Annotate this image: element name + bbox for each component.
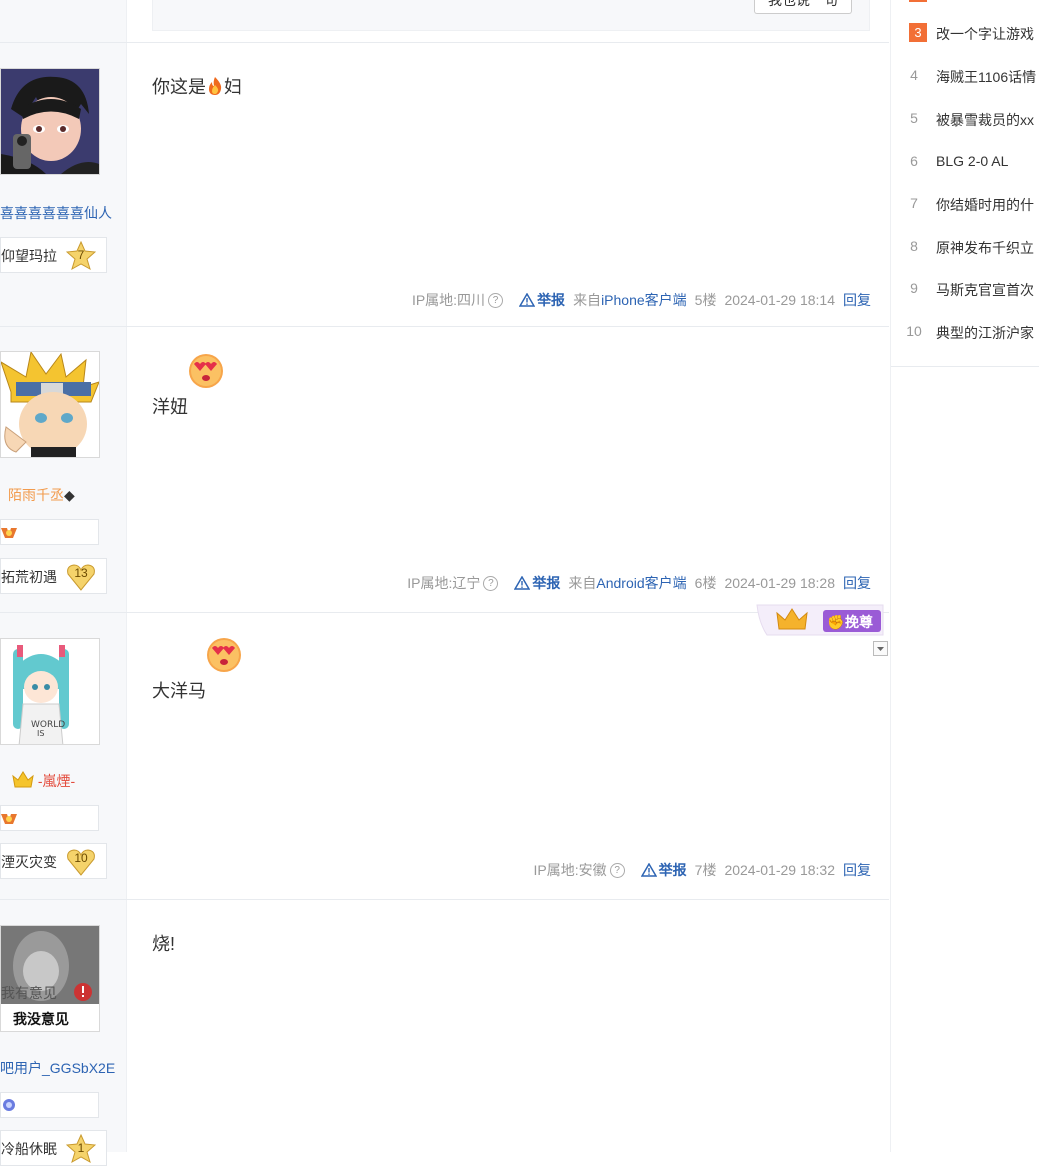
user-avatar[interactable] [0, 68, 100, 175]
post-floor-6: 陌雨千丞◆ 拓荒初遇 13 洋妞 IP属地:辽宁 ? 举报 来自 Android客… [0, 326, 889, 613]
warning-icon [514, 576, 531, 590]
report-link[interactable]: 举报 [514, 573, 560, 593]
client-source-link[interactable]: Android客户端 [596, 573, 686, 593]
hot-topic-item[interactable]: 4 海贼王1106话情 [891, 66, 1039, 86]
hot-topic-item[interactable]: 10 典型的江浙沪家 [891, 322, 1039, 342]
post-content: 大洋马 [152, 637, 242, 701]
report-link[interactable]: 举报 [640, 860, 687, 880]
warning-icon [640, 863, 657, 877]
wanzun-badge[interactable]: ✊ 挽尊 [755, 603, 887, 637]
reply-link[interactable]: 回复 [843, 573, 871, 593]
report-link[interactable]: 举报 [519, 290, 565, 310]
reply-link[interactable]: 回复 [843, 860, 871, 880]
forum-level-badge[interactable]: 湮灭灾变 10 [0, 843, 107, 879]
level-title: 湮灭灾变 [1, 854, 57, 870]
hot-topic-item[interactable]: 3 改一个字让游戏 [891, 23, 1039, 43]
help-icon[interactable]: ? [483, 575, 499, 591]
level-heart-icon: 13 [66, 562, 96, 592]
post-floor-5: 喜喜喜喜喜喜仙人 仰望玛拉 7 你这是妇 IP属地:四川 ? 举报 来自 iPho… [0, 42, 889, 327]
help-icon[interactable]: ? [488, 292, 504, 308]
kiss-face-emoji-icon [188, 354, 224, 397]
level-star-icon: 1 [65, 1133, 97, 1164]
forum-level-badge[interactable]: 拓荒初遇 13 [0, 558, 107, 594]
post-content: 洋妞 [152, 353, 224, 417]
svg-text:挽尊: 挽尊 [845, 614, 873, 631]
svg-text:我有意见: 我有意见 [1, 985, 57, 1002]
level-title: 拓荒初遇 [1, 569, 57, 585]
forum-level-badge[interactable]: 仰望玛拉 7 [0, 237, 107, 273]
client-source-link[interactable]: iPhone客户端 [601, 290, 687, 310]
post-content: 你这是妇 [152, 77, 242, 97]
hot-topic-item[interactable]: 7 你结婚时用的什 [891, 194, 1039, 214]
level-title: 冷船休眠 [1, 1141, 57, 1157]
username[interactable]: 陌雨千丞◆ [8, 485, 75, 505]
ip-location: IP属地:辽宁 [407, 575, 481, 591]
right-sidebar: 3 改一个字让游戏 4 海贼王1106话情 5 被暴雪裁员的xx 6 BLG 2-0 A… [890, 0, 1039, 1152]
ip-location: IP属地:安徽 [533, 862, 607, 878]
chevron-down-icon[interactable] [873, 641, 888, 656]
kiss-face-emoji-icon [206, 638, 242, 681]
post-meta: IP属地:安徽 ? 举报 7楼 2024-01-29 18:32 回复 [534, 860, 871, 880]
medal-icon [1, 814, 17, 824]
hot-topic-item[interactable]: 8 原神发布千织立 [891, 237, 1039, 257]
user-avatar[interactable] [0, 351, 100, 458]
level-star-icon: 7 [65, 240, 97, 271]
post-meta: IP属地:四川 ? 举报 来自 iPhone客户端 5楼 2024-01-29 1… [411, 290, 871, 310]
fan-badge[interactable] [0, 805, 99, 831]
user-avatar[interactable]: 我有意见 我没意见 [0, 925, 100, 1032]
medal-icon [1, 528, 17, 538]
svg-text:我没意见: 我没意见 [13, 1011, 69, 1028]
post-list: 喜喜喜喜喜喜仙人 仰望玛拉 7 你这是妇 IP属地:四川 ? 举报 来自 iPho… [0, 0, 889, 1166]
flower-badge-icon [3, 1099, 15, 1111]
post-content: 烧! [152, 934, 176, 954]
forum-level-badge[interactable]: 冷船休眠 1 [0, 1130, 107, 1166]
username[interactable]: 喜喜喜喜喜喜仙人 [0, 203, 112, 223]
post-floor-7: WORLD IS -嵐煙- 湮灭灾变 10 大洋马 IP属地:安徽 ? 举报 7… [0, 612, 889, 900]
hot-topic-item[interactable]: 5 被暴雪裁员的xx [891, 109, 1039, 129]
post-time: 2024-01-29 18:28 [724, 575, 835, 591]
fan-badge[interactable] [0, 519, 99, 545]
help-icon[interactable]: ? [609, 862, 625, 878]
floor-number: 5楼 [694, 292, 717, 308]
svg-text:✊: ✊ [827, 614, 844, 631]
level-heart-icon: 10 [66, 847, 96, 877]
fan-badge[interactable] [0, 1092, 99, 1118]
user-avatar[interactable]: WORLD IS [0, 638, 100, 745]
hot-topic-list: 3 改一个字让游戏 4 海贼王1106话情 5 被暴雪裁员的xx 6 BLG 2-0 A… [891, 0, 1039, 367]
username[interactable]: 吧用户_GGSbX2E [0, 1058, 115, 1078]
hot-topic-item[interactable]: 6 BLG 2-0 AL [891, 152, 1039, 172]
post-floor-8: 我有意见 我没意见 吧用户_GGSbX2E 冷船休眠 1 烧! [0, 899, 889, 1166]
warning-icon [519, 293, 536, 307]
hot-topic-item[interactable]: 9 马斯克官宣首次 [891, 279, 1039, 299]
username[interactable]: -嵐煙- [12, 771, 75, 791]
svg-text:IS: IS [37, 729, 44, 738]
crown-icon [12, 771, 34, 788]
level-title: 仰望玛拉 [1, 248, 57, 264]
floor-number: 6楼 [694, 575, 717, 591]
post-time: 2024-01-29 18:14 [724, 292, 835, 308]
post-meta: IP属地:辽宁 ? 举报 来自 Android客户端 6楼 2024-01-29 … [407, 573, 871, 593]
ip-location: IP属地:四川 [411, 292, 486, 308]
floor-number: 7楼 [694, 862, 717, 878]
rank-marker [909, 0, 927, 2]
fire-emoji-icon [206, 77, 224, 97]
post-time: 2024-01-29 18:32 [724, 862, 835, 878]
reply-link[interactable]: 回复 [843, 290, 871, 310]
